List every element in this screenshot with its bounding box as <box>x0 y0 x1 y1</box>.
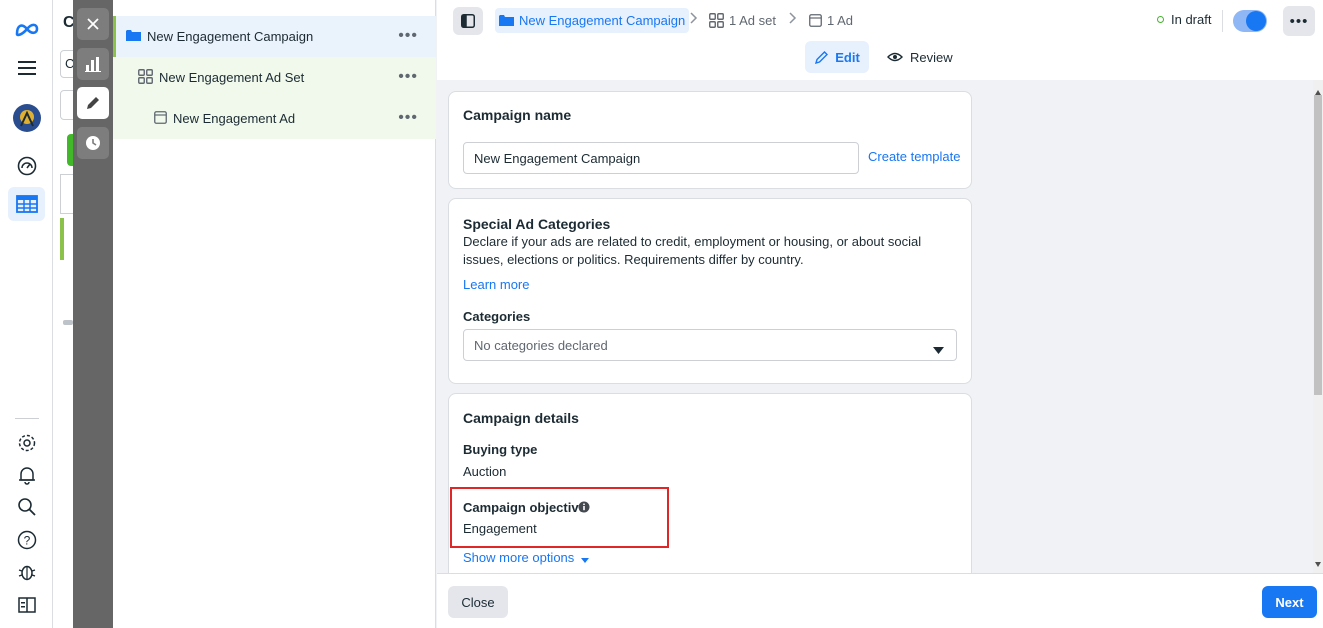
learn-more-link[interactable]: Learn more <box>463 277 529 292</box>
history-clock-icon[interactable] <box>77 127 109 159</box>
caret-down-icon <box>933 342 944 357</box>
charts-icon[interactable] <box>77 48 109 80</box>
campaign-details-card: Campaign details Buying type Auction Cam… <box>448 393 972 583</box>
status-dot-icon <box>1157 16 1164 23</box>
breadcrumb-ad-label: 1 Ad <box>827 13 854 28</box>
breadcrumb-folder-icon <box>499 14 514 27</box>
breadcrumb-campaign[interactable]: New Engagement Campaign <box>495 8 690 33</box>
special-ad-categories-description: Declare if your ads are related to credi… <box>463 234 922 267</box>
settings-gear-icon[interactable] <box>8 426 45 460</box>
chevron-right-icon <box>690 12 698 27</box>
draft-status: In draft <box>1157 12 1211 27</box>
global-nav: ? <box>0 0 53 628</box>
categories-label: Categories <box>463 309 531 324</box>
next-button[interactable]: Next <box>1262 586 1317 618</box>
chevron-right-icon <box>789 12 797 27</box>
toggle-panel-icon[interactable] <box>453 7 483 35</box>
breadcrumb-ad-set-icon <box>709 13 724 28</box>
tree-item-ad-set-label: New Engagement Ad Set <box>159 70 305 85</box>
underlying-row-marker <box>60 218 64 260</box>
eye-icon <box>887 51 903 63</box>
tool-rail <box>73 0 113 628</box>
dashboard-gauge-icon[interactable] <box>8 149 45 183</box>
account-avatar[interactable] <box>8 101 45 135</box>
tree-item-ad-set-more-icon[interactable]: ••• <box>398 68 418 86</box>
editor-area: New Engagement Campaign 1 Ad set 1 Ad In… <box>437 0 1323 628</box>
scroll-down-arrow-icon[interactable] <box>1315 555 1321 570</box>
breadcrumb-campaign-label: New Engagement Campaign <box>519 13 686 28</box>
tree-item-campaign[interactable]: New Engagement Campaign ••• <box>113 16 436 57</box>
caret-down-icon <box>580 551 589 566</box>
breadcrumb-ad-set-label: 1 Ad set <box>729 13 776 28</box>
campaign-tree-panel: New Engagement Campaign ••• New Engageme… <box>113 0 436 628</box>
hamburger-menu-icon[interactable] <box>8 51 45 85</box>
tree-item-ad-set[interactable]: New Engagement Ad Set ••• <box>113 57 436 98</box>
campaign-objective-value: Engagement <box>463 521 537 536</box>
buying-type-value: Auction <box>463 464 507 479</box>
side-panel-icon[interactable] <box>8 588 45 622</box>
status-label: In draft <box>1171 12 1212 27</box>
search-icon[interactable] <box>8 490 45 524</box>
close-editor-icon[interactable] <box>77 8 109 40</box>
campaign-objective-label: Campaign objective <box>463 500 586 515</box>
buying-type-label: Buying type <box>463 442 538 457</box>
tree-item-campaign-label: New Engagement Campaign <box>147 29 314 44</box>
campaign-name-card: Campaign name New Engagement Campaign Cr… <box>448 91 972 189</box>
breadcrumb-ad[interactable]: 1 Ad <box>809 8 853 33</box>
campaign-details-title: Campaign details <box>463 410 579 426</box>
tab-edit[interactable]: Edit <box>805 41 869 73</box>
underlying-page: C C <box>53 0 80 628</box>
bug-report-icon[interactable] <box>8 555 45 589</box>
tab-edit-label: Edit <box>835 49 860 65</box>
close-button[interactable]: Close <box>448 586 508 618</box>
create-template-link[interactable]: Create template <box>868 149 961 164</box>
edit-pencil-icon[interactable] <box>77 87 109 119</box>
show-more-options-label: Show more options <box>463 550 575 565</box>
divider <box>1222 10 1223 32</box>
info-icon[interactable] <box>578 501 590 516</box>
campaign-name-input[interactable]: New Engagement Campaign <box>463 142 859 174</box>
campaign-name-title: Campaign name <box>463 107 572 123</box>
ad-icon <box>154 110 167 127</box>
special-ad-categories-title: Special Ad Categories <box>463 216 611 232</box>
tab-review[interactable]: Review <box>887 41 957 73</box>
tab-review-label: Review <box>910 49 953 65</box>
edit-pencil-icon <box>814 50 829 65</box>
scrollbar-thumb[interactable] <box>1314 95 1322 395</box>
special-ad-categories-card: Special Ad Categories Declare if your ad… <box>448 198 972 384</box>
editor-scrollbar[interactable] <box>1313 80 1323 573</box>
notifications-bell-icon[interactable] <box>8 458 45 492</box>
folder-icon <box>126 29 141 45</box>
breadcrumb-ad-set[interactable]: 1 Ad set <box>709 8 776 33</box>
nav-divider <box>15 418 39 419</box>
tree-item-ad-more-icon[interactable]: ••• <box>398 109 418 127</box>
meta-logo-icon[interactable] <box>8 12 45 46</box>
more-options-button[interactable]: ••• <box>1283 6 1315 36</box>
breadcrumb-ad-icon <box>809 14 822 27</box>
objective-highlight-box <box>450 487 669 548</box>
campaign-on-off-toggle[interactable] <box>1233 10 1267 32</box>
underlying-scroll <box>63 320 73 325</box>
categories-select[interactable]: No categories declared <box>463 329 957 361</box>
categories-select-value: No categories declared <box>474 337 608 353</box>
svg-text:?: ? <box>23 534 30 548</box>
editor-footer: Close Next <box>437 573 1323 628</box>
help-icon[interactable]: ? <box>8 523 45 557</box>
ads-manager-table-icon[interactable] <box>8 187 45 221</box>
tree-item-ad[interactable]: New Engagement Ad ••• <box>113 98 436 139</box>
ad-set-grid-icon <box>138 68 153 87</box>
tree-item-campaign-more-icon[interactable]: ••• <box>398 27 418 45</box>
show-more-options-link[interactable]: Show more options <box>463 550 589 566</box>
tree-item-ad-label: New Engagement Ad <box>173 111 296 126</box>
editor-topbar: New Engagement Campaign 1 Ad set 1 Ad In… <box>437 0 1323 80</box>
